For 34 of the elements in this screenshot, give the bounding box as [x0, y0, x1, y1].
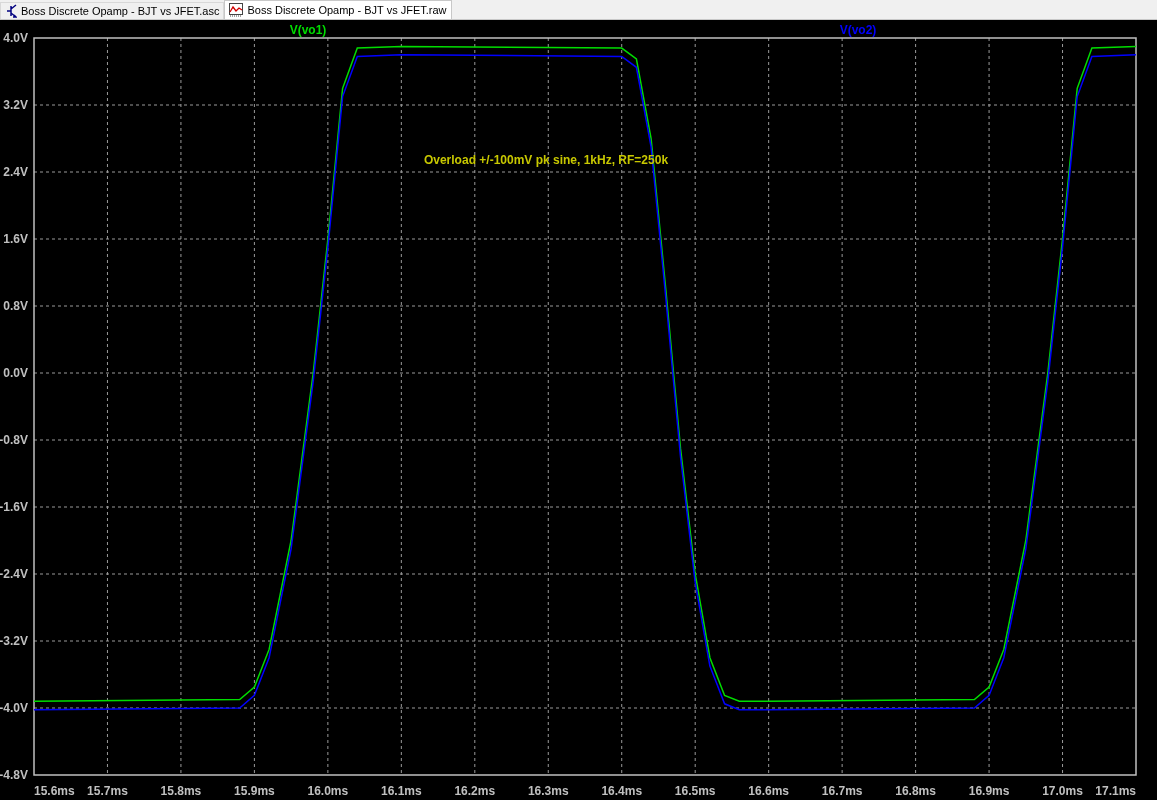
tab[interactable]: Boss Discrete Opamp - BJT vs JFET.raw: [224, 0, 452, 19]
y-axis-tick-label: 0.0V: [3, 366, 28, 380]
x-axis-tick-label: 15.9ms: [234, 784, 275, 798]
y-axis-tick-label: -4.8V: [0, 768, 28, 782]
y-axis-tick-label: -0.8V: [0, 433, 28, 447]
y-axis-tick-label: 4.0V: [3, 31, 28, 45]
x-axis-tick-label: 17.0ms: [1042, 784, 1083, 798]
x-axis-tick-label: 17.1ms: [1095, 784, 1136, 798]
x-axis-tick-label: 16.2ms: [454, 784, 496, 798]
x-axis-tick-label: 16.0ms: [307, 784, 349, 798]
trace-label: V(vo2): [839, 23, 877, 37]
y-axis-tick-label: 2.4V: [3, 165, 28, 179]
x-axis-tick-label: 16.8ms: [895, 784, 936, 798]
trace-label: V(vo1): [289, 23, 327, 37]
x-axis-tick-label: 15.7ms: [87, 784, 128, 798]
x-axis-tick-label: 16.7ms: [821, 784, 863, 798]
y-axis-tick-label: 1.6V: [3, 232, 28, 246]
tab[interactable]: Boss Discrete Opamp - BJT vs JFET.asc: [0, 2, 225, 19]
x-axis-tick-label: 16.6ms: [748, 784, 789, 798]
y-axis-tick-label: -2.4V: [0, 567, 28, 581]
x-axis-tick-label: 15.8ms: [160, 784, 202, 798]
waveform-icon: [229, 3, 244, 17]
x-axis-tick-label: 16.4ms: [601, 784, 643, 798]
y-axis-tick-label: 3.2V: [3, 98, 28, 112]
y-axis-tick-label: -4.0V: [0, 701, 28, 715]
y-axis-tick-label: -1.6V: [0, 500, 28, 514]
x-axis-tick-label: 16.9ms: [968, 784, 1010, 798]
x-axis-tick-label: 16.3ms: [527, 784, 569, 798]
y-axis-tick-label: 0.8V: [3, 299, 28, 313]
transistor-icon: [5, 4, 17, 18]
y-axis-tick-label: -3.2V: [0, 634, 28, 648]
x-axis-tick-label: 16.5ms: [674, 784, 716, 798]
x-axis-tick-label: 16.1ms: [381, 784, 422, 798]
x-axis-tick-label: 15.6ms: [34, 784, 75, 798]
